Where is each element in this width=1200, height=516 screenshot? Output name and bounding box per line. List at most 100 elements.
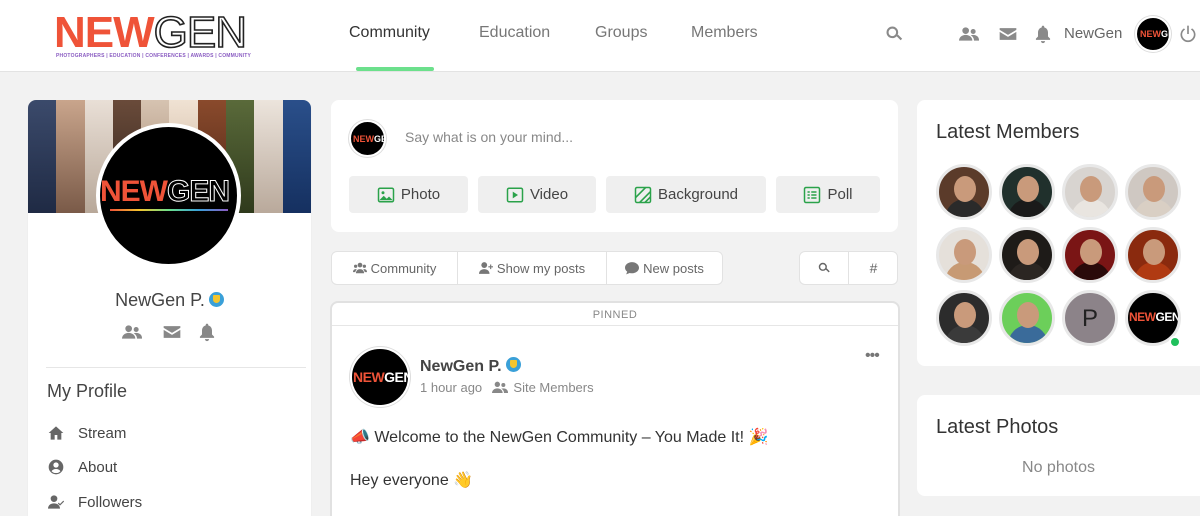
logo-tagline: PHOTOGRAPHERS | EDUCATION | CONFERENCES … xyxy=(56,53,252,59)
member-avatar[interactable]: P xyxy=(1062,290,1118,346)
background-button[interactable]: Background xyxy=(606,176,766,213)
member-face xyxy=(1080,176,1102,202)
member-face xyxy=(954,176,976,202)
member-body xyxy=(1071,199,1111,217)
member-body xyxy=(1008,199,1048,217)
member-face xyxy=(954,302,976,328)
tab-community[interactable]: Community xyxy=(349,24,430,42)
pinned-label: PINNED xyxy=(592,309,638,321)
member-face xyxy=(1143,239,1165,265)
member-face xyxy=(1017,176,1039,202)
user-plus-icon xyxy=(478,262,493,274)
post-time[interactable]: 1 hour ago xyxy=(420,380,482,395)
profile-actions xyxy=(122,322,222,344)
post-author-avatar[interactable]: NEWGEN xyxy=(350,347,410,407)
member-body xyxy=(945,325,985,343)
logout-icon[interactable] xyxy=(1176,22,1200,46)
friends-icon[interactable] xyxy=(122,322,142,347)
hashtag-button[interactable]: # xyxy=(849,252,898,284)
tab-members[interactable]: Members xyxy=(691,24,758,42)
newgen-logo[interactable]: NEWGEN PHOTOGRAPHERS | EDUCATION | CONFE… xyxy=(54,8,286,60)
member-logo: NEWGEN xyxy=(1129,310,1181,324)
profile-avatar[interactable]: NEWGEN xyxy=(96,123,241,268)
photo-button[interactable]: Photo xyxy=(349,176,468,213)
user-check-icon xyxy=(48,495,64,509)
post-meta: 1 hour ago Site Members xyxy=(420,380,594,395)
user-circle-icon xyxy=(48,459,64,475)
post-composer: NEWGEN Say what is on your mind... Photo… xyxy=(331,100,898,232)
feed-filters: Community Show my posts New posts xyxy=(331,251,723,285)
member-body xyxy=(1071,262,1111,280)
latest-members-card: Latest Members P NEWGEN xyxy=(917,100,1200,366)
member-body xyxy=(1008,262,1048,280)
member-face xyxy=(1017,302,1039,328)
member-avatar[interactable] xyxy=(1125,227,1181,283)
poll-button[interactable]: Poll xyxy=(776,176,880,213)
users-icon xyxy=(352,262,367,274)
verified-badge-icon xyxy=(505,357,521,372)
friends-icon[interactable] xyxy=(957,22,981,46)
member-avatar[interactable] xyxy=(999,164,1055,220)
tab-education[interactable]: Education xyxy=(479,24,550,42)
verified-badge-icon xyxy=(208,292,224,307)
poll-icon xyxy=(804,186,821,203)
profile-name: NewGen P. xyxy=(28,290,311,311)
divider xyxy=(332,325,898,326)
logo-text-gen: GEN xyxy=(153,8,248,57)
member-initial: P xyxy=(1081,305,1098,332)
bell-icon[interactable] xyxy=(197,322,217,347)
member-avatar[interactable] xyxy=(1125,164,1181,220)
pinned-post: PINNED NEWGEN NewGen P. 1 hour ago Site … xyxy=(330,301,900,516)
latest-photos-title: Latest Photos xyxy=(936,416,1059,438)
post-text-line: Hey everyone 👋 xyxy=(350,472,474,489)
member-body xyxy=(1134,262,1174,280)
member-face xyxy=(1143,176,1165,202)
feed-tools: # xyxy=(799,251,898,285)
member-avatar[interactable] xyxy=(936,164,992,220)
message-icon[interactable] xyxy=(162,322,182,347)
messages-icon[interactable] xyxy=(996,22,1020,46)
audience-icon xyxy=(491,381,508,393)
post-audience: Site Members xyxy=(513,380,594,395)
online-status-indicator xyxy=(1169,336,1181,348)
member-avatar[interactable] xyxy=(1062,227,1118,283)
video-icon xyxy=(506,187,524,202)
member-avatar[interactable] xyxy=(936,227,992,283)
background-icon xyxy=(634,186,652,203)
post-author-name[interactable]: NewGen P. xyxy=(420,357,521,376)
feed-search-icon[interactable] xyxy=(800,252,849,284)
search-icon[interactable] xyxy=(882,22,906,46)
comment-icon xyxy=(625,262,640,275)
filter-new-posts[interactable]: New posts xyxy=(607,252,722,284)
video-button[interactable]: Video xyxy=(478,176,596,213)
no-photos-message: No photos xyxy=(1022,459,1095,476)
member-face xyxy=(954,239,976,265)
filter-show-my-posts[interactable]: Show my posts xyxy=(458,252,607,284)
notifications-icon[interactable] xyxy=(1031,22,1055,46)
member-avatar[interactable] xyxy=(936,290,992,346)
image-icon xyxy=(377,187,395,202)
member-avatar[interactable] xyxy=(999,227,1055,283)
member-face xyxy=(1080,239,1102,265)
header-username[interactable]: NewGen xyxy=(1064,25,1122,42)
divider xyxy=(46,367,306,368)
member-avatar[interactable] xyxy=(1062,164,1118,220)
member-body xyxy=(1008,325,1048,343)
logo-text-new: NEW xyxy=(54,8,155,57)
my-profile-heading: My Profile xyxy=(47,381,128,401)
latest-photos-card: Latest Photos No photos xyxy=(917,395,1200,496)
post-text-line: 📣 Welcome to the NewGen Community – You … xyxy=(350,429,769,446)
latest-members-title: Latest Members xyxy=(936,121,1080,143)
profile-card: NEWGEN NewGen P. My Profile Stream About… xyxy=(28,100,311,516)
active-tab-indicator xyxy=(356,67,434,71)
composer-input[interactable]: Say what is on your mind... xyxy=(405,129,573,145)
home-icon xyxy=(48,426,64,440)
top-navbar: NEWGEN PHOTOGRAPHERS | EDUCATION | CONFE… xyxy=(0,0,1200,72)
member-face xyxy=(1017,239,1039,265)
tab-groups[interactable]: Groups xyxy=(595,24,647,42)
more-options-icon[interactable]: ••• xyxy=(865,347,880,365)
filter-community[interactable]: Community xyxy=(332,252,458,284)
member-avatar[interactable] xyxy=(999,290,1055,346)
member-body xyxy=(1134,199,1174,217)
header-avatar[interactable]: NEWGEN xyxy=(1135,16,1171,52)
